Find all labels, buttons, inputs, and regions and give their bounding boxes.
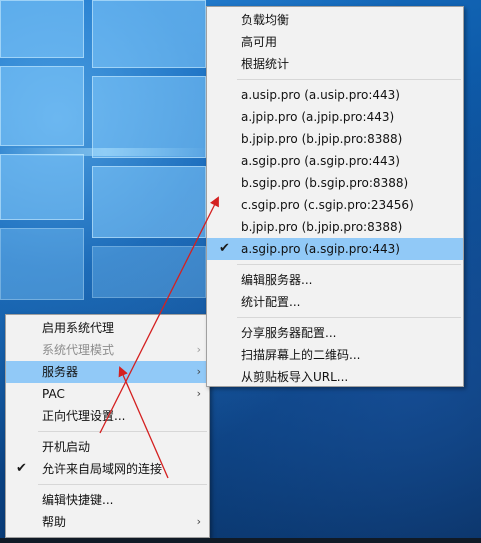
server-label: a.jpip.pro (a.jpip.pro:443) — [241, 110, 395, 124]
menu-item-label: 编辑服务器... — [241, 273, 313, 287]
menu-item-label: 从剪贴板导入URL... — [241, 370, 349, 384]
menu-item-high-availability[interactable]: 高可用 — [207, 31, 463, 53]
menu-item-allow-lan[interactable]: ✔ 允许来自局域网的连接 — [6, 458, 209, 480]
menu-item-load-balance[interactable]: 负载均衡 — [207, 9, 463, 31]
menu-separator — [237, 79, 461, 80]
menu-item-by-statistics[interactable]: 根据统计 — [207, 53, 463, 75]
server-item-selected[interactable]: ✔ a.sgip.pro (a.sgip.pro:443) — [207, 238, 463, 260]
menu-item-pac[interactable]: PAC › — [6, 383, 209, 405]
servers-submenu: 负载均衡 高可用 根据统计 a.usip.pro (a.usip.pro:443… — [206, 6, 464, 387]
logo-pane — [0, 0, 84, 58]
menu-separator — [237, 317, 461, 318]
server-item[interactable]: a.usip.pro (a.usip.pro:443) — [207, 84, 463, 106]
logo-pane — [0, 66, 84, 146]
menu-separator — [237, 264, 461, 265]
menu-item-label: 系统代理模式 — [42, 343, 115, 357]
menu-item-label: 正向代理设置... — [42, 409, 126, 423]
menu-separator — [38, 431, 207, 432]
menu-item-label: 负载均衡 — [241, 13, 290, 27]
menu-item-start-on-boot[interactable]: 开机启动 — [6, 436, 209, 458]
menu-item-label: 启用系统代理 — [42, 321, 115, 335]
server-item[interactable]: b.jpip.pro (b.jpip.pro:8388) — [207, 216, 463, 238]
menu-item-label: 根据统计 — [241, 57, 290, 71]
menu-item-label: PAC — [42, 387, 65, 401]
menu-item-label: 开机启动 — [42, 440, 91, 454]
server-label: a.sgip.pro (a.sgip.pro:443) — [241, 154, 400, 168]
server-label: a.usip.pro (a.usip.pro:443) — [241, 88, 400, 102]
server-item[interactable]: b.jpip.pro (b.jpip.pro:8388) — [207, 128, 463, 150]
tray-context-menu: 启用系统代理 系统代理模式 › 服务器 › PAC › 正向代理设置... 开机启动 … — [5, 314, 210, 538]
light-beam — [0, 148, 210, 156]
menu-item-scan-qrcode[interactable]: 扫描屏幕上的二维码... — [207, 344, 463, 366]
menu-item-edit-hotkeys[interactable]: 编辑快捷键... — [6, 489, 209, 511]
server-label: b.jpip.pro (b.jpip.pro:8388) — [241, 220, 403, 234]
server-item[interactable]: a.jpip.pro (a.jpip.pro:443) — [207, 106, 463, 128]
logo-pane — [92, 0, 206, 68]
menu-item-label: 帮助 — [42, 515, 67, 529]
menu-item-statistics-config[interactable]: 统计配置... — [207, 291, 463, 313]
logo-pane — [0, 154, 84, 220]
logo-pane — [0, 228, 84, 300]
taskbar — [0, 538, 481, 543]
submenu-arrow-icon: › — [196, 515, 201, 528]
menu-item-system-proxy-mode: 系统代理模式 › — [6, 339, 209, 361]
menu-item-forward-proxy-settings[interactable]: 正向代理设置... — [6, 405, 209, 427]
server-label: c.sgip.pro (c.sgip.pro:23456) — [241, 198, 414, 212]
check-icon: ✔ — [219, 241, 230, 256]
menu-item-label: 分享服务器配置... — [241, 326, 337, 340]
menu-item-label: 服务器 — [42, 365, 79, 379]
menu-item-label: 高可用 — [241, 35, 278, 49]
server-label: b.jpip.pro (b.jpip.pro:8388) — [241, 132, 403, 146]
menu-item-label: 扫描屏幕上的二维码... — [241, 348, 361, 362]
menu-item-label: 允许来自局域网的连接 — [42, 462, 163, 476]
submenu-arrow-icon: › — [196, 343, 201, 356]
menu-item-enable-system-proxy[interactable]: 启用系统代理 — [6, 317, 209, 339]
server-item[interactable]: c.sgip.pro (c.sgip.pro:23456) — [207, 194, 463, 216]
menu-item-import-url-clipboard[interactable]: 从剪贴板导入URL... — [207, 366, 463, 388]
menu-item-label: 统计配置... — [241, 295, 301, 309]
menu-item-servers[interactable]: 服务器 › — [6, 361, 209, 383]
menu-item-label: 编辑快捷键... — [42, 493, 114, 507]
check-icon: ✔ — [16, 461, 27, 476]
menu-item-help[interactable]: 帮助 › — [6, 511, 209, 533]
logo-pane — [92, 246, 206, 298]
server-label: a.sgip.pro (a.sgip.pro:443) — [241, 242, 400, 256]
logo-pane — [92, 76, 206, 158]
server-label: b.sgip.pro (b.sgip.pro:8388) — [241, 176, 409, 190]
menu-separator — [38, 484, 207, 485]
menu-item-share-server-config[interactable]: 分享服务器配置... — [207, 322, 463, 344]
submenu-arrow-icon: › — [196, 387, 201, 400]
server-item[interactable]: b.sgip.pro (b.sgip.pro:8388) — [207, 172, 463, 194]
submenu-arrow-icon: › — [196, 365, 201, 378]
server-item[interactable]: a.sgip.pro (a.sgip.pro:443) — [207, 150, 463, 172]
menu-item-edit-servers[interactable]: 编辑服务器... — [207, 269, 463, 291]
logo-pane — [92, 166, 206, 238]
